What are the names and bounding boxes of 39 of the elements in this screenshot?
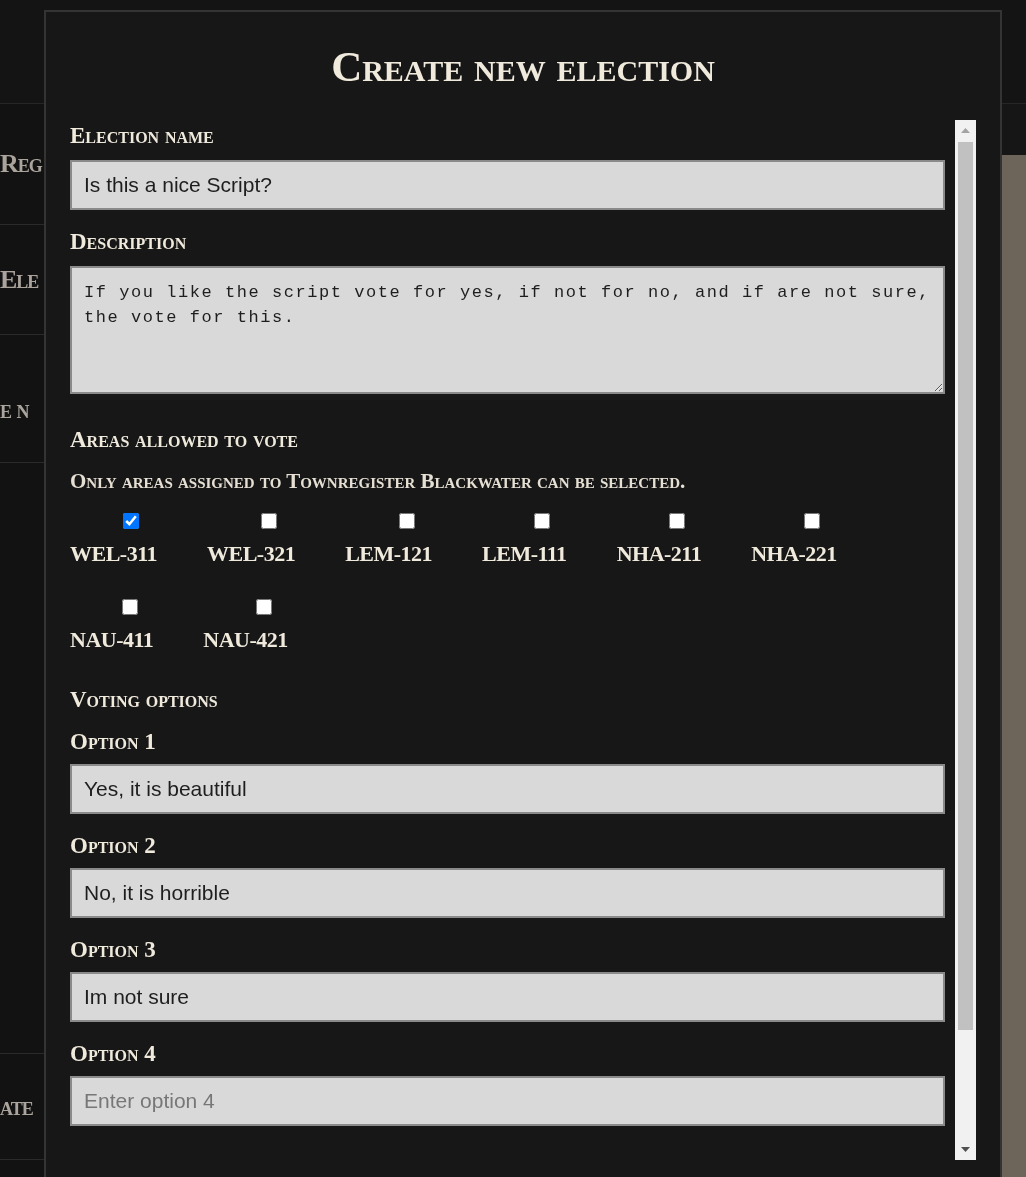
area-label[interactable]: NAU-411	[70, 627, 154, 652]
field-label: Election name	[70, 122, 214, 150]
area-checkbox[interactable]	[534, 513, 551, 529]
scrollbar[interactable]	[955, 120, 976, 1160]
area-checkbox[interactable]	[668, 513, 685, 529]
area-checkbox[interactable]	[123, 513, 140, 529]
area-label[interactable]: NHA-221	[751, 541, 837, 566]
area-checkbox[interactable]	[255, 599, 272, 615]
scrollbar-thumb[interactable]	[958, 142, 973, 1030]
sidebar-item[interactable]: Reg	[0, 149, 42, 179]
section-heading: Voting options	[70, 686, 218, 714]
sidebar-item[interactable]: e n	[0, 394, 29, 425]
area-checkbox[interactable]	[398, 513, 415, 529]
note-text: Only areas assigned to Townregister Blackwater can be selected.	[70, 469, 686, 493]
option-input[interactable]: Enter option 4	[70, 1076, 945, 1126]
field-label: Option 1	[70, 728, 156, 756]
field-label: Description	[70, 228, 187, 256]
area-checkbox[interactable]	[804, 513, 820, 529]
area-checkbox[interactable]	[121, 599, 138, 615]
scroll-down-arrow-icon[interactable]	[961, 1147, 970, 1152]
area-label[interactable]: LEM-111	[482, 541, 567, 566]
description-textarea[interactable]: If you like the script vote for yes, if not for no, and if are not sure, the vote for this.	[70, 266, 945, 394]
area-checkbox[interactable]	[261, 513, 278, 529]
field-label: Option 3	[70, 936, 156, 964]
area-label[interactable]: LEM-121	[345, 541, 433, 566]
area-label[interactable]: NHA-211	[616, 541, 702, 566]
area-label[interactable]: NAU-421	[203, 627, 288, 652]
option-input[interactable]: Yes, it is beautiful	[70, 764, 945, 814]
field-label: Option 2	[70, 832, 156, 860]
sidebar-item[interactable]: ate	[0, 1091, 33, 1122]
option-input[interactable]: Im not sure	[70, 972, 945, 1022]
dialog-title: Create new election	[331, 42, 715, 92]
sidebar-item[interactable]: Ele	[0, 264, 39, 295]
option-input[interactable]: No, it is horrible	[70, 868, 945, 918]
area-label[interactable]: WEL-311	[70, 541, 157, 566]
text-input[interactable]: Is this a nice Script?	[70, 160, 945, 210]
area-label[interactable]: WEL-321	[206, 541, 296, 566]
field-label: Option 4	[70, 1040, 156, 1068]
section-heading: Areas allowed to vote	[70, 426, 298, 454]
